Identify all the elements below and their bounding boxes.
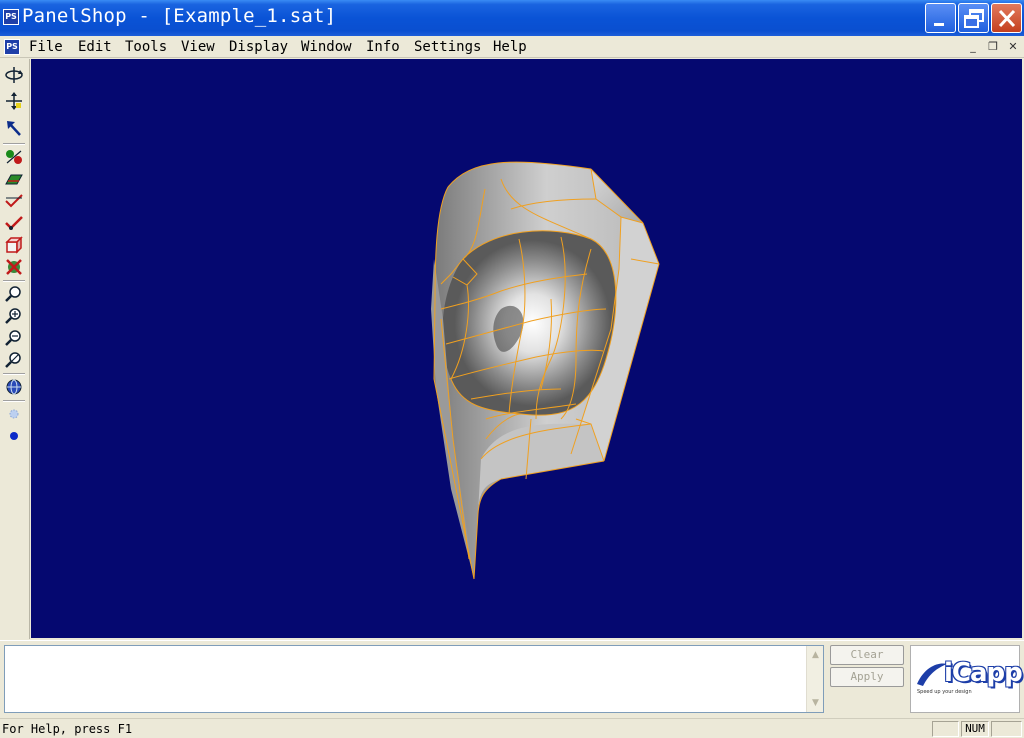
point-light-button[interactable] — [3, 404, 25, 424]
icapp-logo: iCapp Speed up your design — [910, 645, 1023, 713]
zoom-button[interactable] — [3, 284, 25, 304]
pick-entity-button[interactable] — [3, 147, 25, 167]
scroll-down-button[interactable]: ▼ — [808, 695, 823, 711]
check-edge-button[interactable] — [3, 191, 25, 211]
minimize-button[interactable] — [925, 3, 956, 33]
menu-edit[interactable]: Edit — [78, 39, 112, 55]
scroll-up-button[interactable]: ▲ — [808, 647, 823, 663]
pick-entity-icon — [6, 150, 22, 164]
status-pane-num: NUM — [961, 721, 989, 737]
check-vertex-button[interactable] — [3, 213, 25, 233]
app-icon[interactable]: PS — [3, 9, 19, 25]
zoom-in-icon — [5, 308, 21, 324]
zoom-in-button[interactable] — [3, 306, 25, 326]
console-panel: ▲ ▼ Clear Apply iCapp Speed up your desi… — [0, 640, 1024, 716]
globe-view-button[interactable] — [3, 377, 25, 397]
logo-tagline: Speed up your design — [917, 689, 972, 695]
menu-settings[interactable]: Settings — [414, 39, 481, 55]
mdi-restore-button[interactable]: ❐ — [984, 39, 1002, 54]
menu-help[interactable]: Help — [493, 39, 527, 55]
mdi-minimize-button[interactable]: _ — [964, 39, 982, 54]
toolbar-separator — [3, 143, 25, 145]
surface-model[interactable] — [31, 59, 1022, 638]
toolbar-separator — [3, 400, 25, 402]
solid-box-icon — [5, 236, 23, 254]
document-icon[interactable]: PS — [4, 39, 20, 55]
point-solid-icon — [10, 432, 18, 440]
close-icon — [998, 9, 1016, 28]
3d-viewport[interactable] — [31, 59, 1022, 638]
select-arrow-button[interactable] — [3, 119, 25, 139]
menu-bar: PS File Edit Tools View Display Window I… — [0, 36, 1024, 58]
select-arrow-icon — [7, 121, 21, 136]
point-solid-button[interactable] — [3, 426, 25, 446]
left-toolbar — [0, 59, 30, 639]
menu-info[interactable]: Info — [366, 39, 400, 55]
check-edge-icon — [5, 194, 23, 208]
close-button[interactable] — [991, 3, 1022, 33]
toolbar-separator — [3, 280, 25, 282]
menu-window[interactable]: Window — [301, 39, 352, 55]
clear-button[interactable]: Clear — [830, 645, 904, 665]
globe-view-icon — [6, 379, 22, 395]
menu-view[interactable]: View — [181, 39, 215, 55]
panelshop-window: PS PanelShop - [Example_1.sat] PS File E… — [0, 0, 1024, 738]
zoom-icon — [5, 286, 21, 302]
check-vertex-icon — [5, 216, 23, 230]
restore-icon — [964, 9, 984, 28]
menu-tools[interactable]: Tools — [125, 39, 167, 55]
zoom-out-button[interactable] — [3, 328, 25, 348]
delete-entity-icon — [6, 259, 22, 275]
apply-button[interactable]: Apply — [830, 667, 904, 687]
output-scrollbar[interactable]: ▲ ▼ — [806, 646, 823, 712]
inner-recess — [442, 230, 616, 416]
zoom-out-icon — [5, 330, 21, 346]
title-bar[interactable]: PS PanelShop - [Example_1.sat] — [0, 0, 1024, 36]
pan-view-button[interactable] — [3, 91, 25, 111]
status-bar: For Help, press F1 NUM — [0, 718, 1024, 738]
toolbar-separator — [3, 373, 25, 375]
rotate-view-button[interactable] — [3, 65, 25, 85]
solid-box-button[interactable] — [3, 235, 25, 255]
status-message: For Help, press F1 — [2, 722, 133, 736]
surface-panel-icon — [5, 174, 23, 185]
zoom-fit-icon — [5, 352, 21, 368]
minimize-icon — [934, 23, 944, 26]
zoom-fit-button[interactable] — [3, 350, 25, 370]
surface-panel-button[interactable] — [3, 169, 25, 189]
point-light-icon — [9, 409, 19, 419]
window-title: PanelShop - [Example_1.sat] — [22, 5, 337, 27]
output-textarea[interactable]: ▲ ▼ — [4, 645, 824, 713]
mdi-close-button[interactable]: ✕ — [1004, 39, 1022, 54]
pan-view-icon — [6, 92, 22, 110]
logo-brand: iCapp — [944, 658, 1023, 688]
rotate-view-icon — [5, 67, 23, 83]
status-pane-scrl — [991, 721, 1022, 737]
restore-button[interactable] — [958, 3, 989, 33]
status-pane-caps — [932, 721, 959, 737]
menu-display[interactable]: Display — [229, 39, 288, 55]
menu-file[interactable]: File — [29, 39, 63, 55]
delete-entity-button[interactable] — [3, 257, 25, 277]
